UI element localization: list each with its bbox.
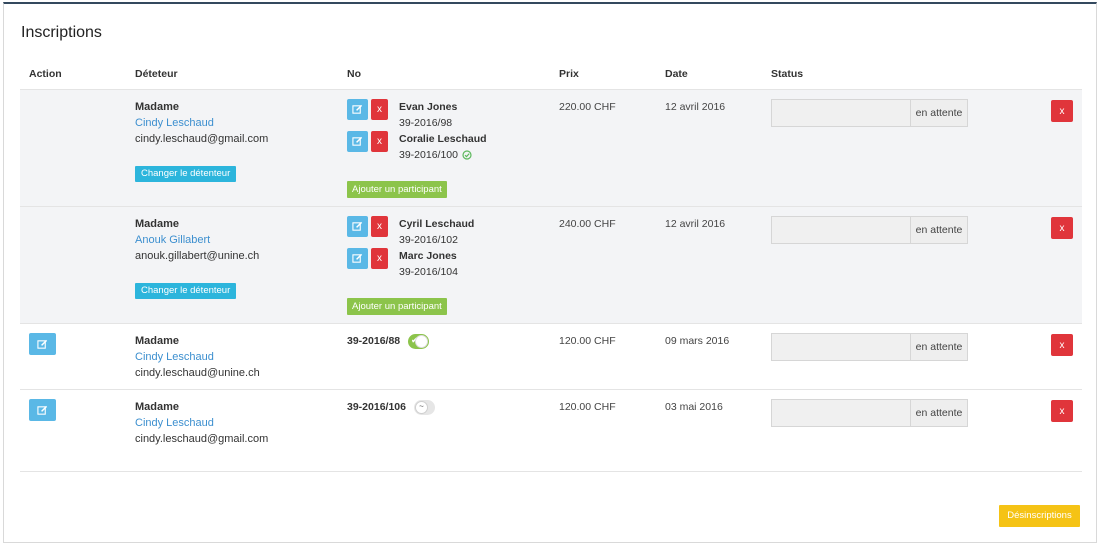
remove-participant-button[interactable]: x (371, 248, 388, 269)
delete-inscription-button[interactable]: x (1051, 100, 1073, 122)
pencil-square-icon (37, 405, 48, 415)
table-bottom-divider (20, 471, 1082, 472)
date-value: 12 avril 2016 (665, 101, 726, 113)
header-no: No (347, 68, 361, 80)
status-field[interactable]: en attente (771, 399, 968, 427)
edit-inscription-button[interactable] (29, 399, 56, 421)
prix-value: 220.00 CHF (559, 101, 616, 113)
detenteur-cell: Madame Anouk Gillabert anouk.gillabert@u… (135, 216, 259, 264)
desinscriptions-button[interactable]: Désinscriptions (999, 505, 1080, 527)
add-participant-button[interactable]: Ajouter un participant (347, 181, 447, 198)
pencil-square-icon (352, 221, 363, 231)
participant-no: 39-2016/100 (399, 149, 458, 161)
detenteur-email: cindy.leschaud@gmail.com (135, 133, 269, 145)
detenteur-civility: Madame (135, 101, 180, 113)
edit-inscription-button[interactable] (29, 333, 56, 355)
detenteur-email: cindy.leschaud@unine.ch (135, 367, 260, 379)
detenteur-cell: Madame Cindy Leschaud cindy.leschaud@gma… (135, 99, 268, 147)
participant-name: Coralie Leschaud (399, 133, 487, 145)
prix-value: 120.00 CHF (559, 335, 616, 347)
header-prix: Prix (559, 68, 579, 80)
inscriptions-panel: Inscriptions Action Déteteur No Prix Dat… (3, 2, 1097, 543)
edit-participant-button[interactable] (347, 216, 368, 237)
status-field[interactable]: en attente (771, 333, 968, 361)
detenteur-civility: Madame (135, 401, 180, 413)
table-header: Action Déteteur No Prix Date Status (20, 66, 1082, 90)
table-row: Madame Cindy Leschaud cindy.leschaud@uni… (20, 324, 1082, 390)
detenteur-name-link[interactable]: Cindy Leschaud (135, 349, 260, 365)
status-label: en attente (910, 334, 967, 360)
detenteur-name-link[interactable]: Cindy Leschaud (135, 415, 268, 431)
table-row: Madame Cindy Leschaud cindy.leschaud@gma… (20, 90, 1082, 207)
remove-participant-button[interactable]: x (371, 99, 388, 120)
present-toggle[interactable]: ~ (414, 400, 435, 415)
detenteur-name-link[interactable]: Anouk Gillabert (135, 232, 259, 248)
detenteur-email: anouk.gillabert@unine.ch (135, 250, 260, 262)
dash-icon: ~ (415, 401, 428, 414)
date-value: 03 mai 2016 (665, 401, 723, 413)
status-field[interactable]: en attente (771, 99, 968, 127)
header-action: Action (29, 68, 62, 80)
inscription-no: 39-2016/88 (347, 335, 401, 347)
change-detenteur-button[interactable]: Changer le détenteur (135, 166, 237, 182)
pencil-square-icon (352, 104, 363, 114)
participant-no: 39-2016/102 (399, 234, 458, 246)
participant-no: 39-2016/98 (399, 117, 453, 129)
page-title: Inscriptions (21, 24, 102, 41)
add-participant-button[interactable]: Ajouter un participant (347, 298, 447, 315)
date-value: 12 avril 2016 (665, 218, 726, 230)
table-row: Madame Cindy Leschaud cindy.leschaud@gma… (20, 390, 1082, 472)
status-label: en attente (910, 217, 967, 243)
status-label: en attente (910, 400, 967, 426)
present-toggle[interactable]: ✔ (408, 334, 429, 349)
edit-participant-button[interactable] (347, 99, 368, 120)
participant-name: Evan Jones (399, 101, 458, 113)
pencil-square-icon (37, 339, 48, 349)
delete-inscription-button[interactable]: x (1051, 334, 1073, 356)
detenteur-email: cindy.leschaud@gmail.com (135, 433, 269, 445)
header-date: Date (665, 68, 688, 80)
detenteur-civility: Madame (135, 335, 180, 347)
pencil-square-icon (352, 253, 363, 263)
delete-inscription-button[interactable]: x (1051, 217, 1073, 239)
pencil-square-icon (352, 136, 363, 146)
status-field[interactable]: en attente (771, 216, 968, 244)
table-row: Madame Anouk Gillabert anouk.gillabert@u… (20, 207, 1082, 324)
inscription-no: 39-2016/106 (347, 401, 406, 413)
participant-no: 39-2016/104 (399, 266, 458, 278)
detenteur-name-link[interactable]: Cindy Leschaud (135, 115, 268, 131)
change-detenteur-button[interactable]: Changer le détenteur (135, 283, 237, 299)
remove-participant-button[interactable]: x (371, 216, 388, 237)
date-value: 09 mars 2016 (665, 335, 730, 347)
edit-participant-button[interactable] (347, 248, 368, 269)
delete-inscription-button[interactable]: x (1051, 400, 1073, 422)
participant-name: Cyril Leschaud (399, 218, 475, 230)
header-status: Status (771, 68, 804, 80)
check-circle-icon (462, 150, 472, 160)
detenteur-cell: Madame Cindy Leschaud cindy.leschaud@gma… (135, 399, 268, 447)
edit-participant-button[interactable] (347, 131, 368, 152)
header-detenteur: Déteteur (135, 68, 178, 80)
participant-name: Marc Jones (399, 250, 457, 262)
detenteur-civility: Madame (135, 218, 180, 230)
prix-value: 240.00 CHF (559, 218, 616, 230)
status-label: en attente (910, 100, 967, 126)
prix-value: 120.00 CHF (559, 401, 616, 413)
detenteur-cell: Madame Cindy Leschaud cindy.leschaud@uni… (135, 333, 260, 381)
remove-participant-button[interactable]: x (371, 131, 388, 152)
